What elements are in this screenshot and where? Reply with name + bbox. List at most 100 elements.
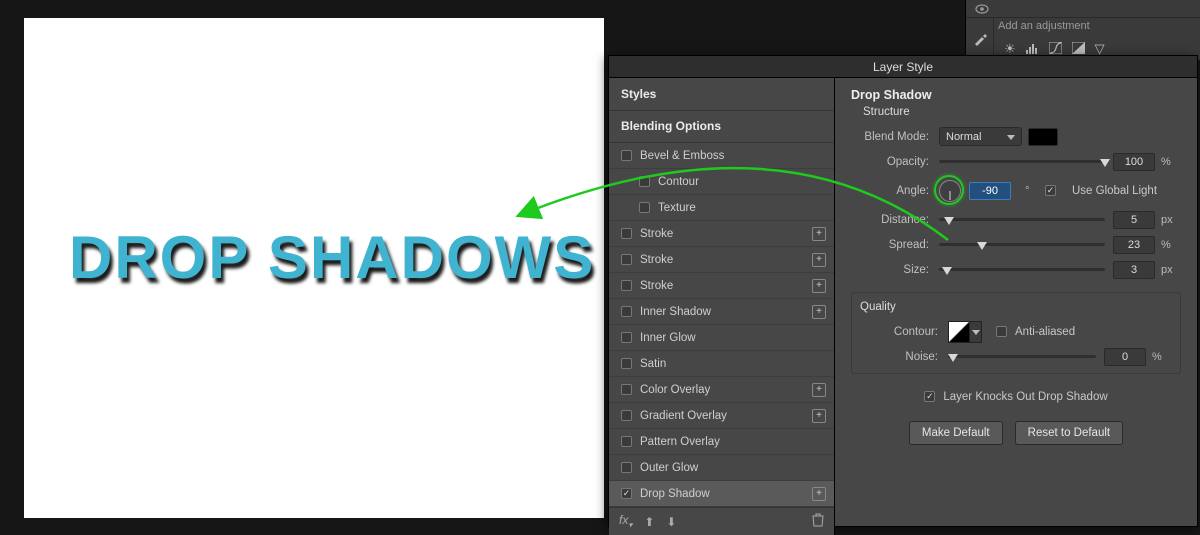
- adjustments-top-row: [966, 0, 1200, 18]
- style-stroke-1[interactable]: Stroke +: [609, 221, 834, 247]
- style-label: Stroke: [640, 228, 673, 240]
- noise-slider[interactable]: [948, 350, 1096, 364]
- add-icon[interactable]: +: [812, 253, 826, 267]
- unit: px: [1161, 214, 1181, 226]
- checkbox[interactable]: [621, 150, 632, 161]
- document-canvas[interactable]: DROP SHADOWS: [24, 18, 604, 518]
- checkbox[interactable]: [621, 332, 632, 343]
- style-label: Satin: [640, 358, 666, 370]
- add-icon[interactable]: +: [812, 227, 826, 241]
- style-label: Drop Shadow: [640, 488, 710, 500]
- opacity-label: Opacity:: [851, 156, 939, 168]
- add-icon[interactable]: +: [812, 487, 826, 501]
- add-icon[interactable]: +: [812, 409, 826, 423]
- unit: %: [1161, 239, 1181, 251]
- style-label: Color Overlay: [640, 384, 710, 396]
- checkbox[interactable]: [621, 462, 632, 473]
- unit: °: [1025, 185, 1033, 197]
- style-label: Pattern Overlay: [640, 436, 720, 448]
- style-label: Stroke: [640, 254, 673, 266]
- style-satin[interactable]: Satin: [609, 351, 834, 377]
- angle-dial[interactable]: [939, 180, 961, 202]
- style-contour[interactable]: Contour: [609, 169, 834, 195]
- make-default-button[interactable]: Make Default: [909, 421, 1003, 445]
- checkbox[interactable]: [621, 488, 632, 499]
- color-swatch[interactable]: [1028, 128, 1058, 146]
- style-label: Inner Glow: [640, 332, 696, 344]
- dialog-title: Layer Style: [609, 56, 1197, 78]
- adjustments-header: Add an adjustment: [966, 18, 1200, 38]
- reset-default-button[interactable]: Reset to Default: [1015, 421, 1123, 445]
- distance-value[interactable]: 5: [1113, 211, 1155, 229]
- blend-mode-label: Blend Mode:: [851, 131, 939, 143]
- style-texture[interactable]: Texture: [609, 195, 834, 221]
- checkbox[interactable]: [621, 358, 632, 369]
- structure-label: Structure: [863, 106, 1181, 118]
- noise-value[interactable]: 0: [1104, 348, 1146, 366]
- adjustments-panel: Add an adjustment ☀ ▽: [965, 0, 1200, 60]
- checkbox[interactable]: [621, 254, 632, 265]
- contour-dropdown[interactable]: [970, 321, 982, 343]
- move-down-icon[interactable]: ⬇: [666, 515, 676, 529]
- checkbox[interactable]: [621, 306, 632, 317]
- checkbox[interactable]: [621, 410, 632, 421]
- section-title: Drop Shadow: [851, 88, 1181, 102]
- angle-value[interactable]: -90: [969, 182, 1011, 200]
- add-icon[interactable]: +: [812, 383, 826, 397]
- trash-icon[interactable]: [812, 513, 824, 530]
- blend-mode-select[interactable]: Normal: [939, 127, 1022, 146]
- add-icon[interactable]: +: [812, 279, 826, 293]
- knockout-label: Layer Knocks Out Drop Shadow: [943, 391, 1107, 403]
- blending-options[interactable]: Blending Options: [609, 111, 834, 143]
- distance-slider[interactable]: [939, 213, 1105, 227]
- style-label: Inner Shadow: [640, 306, 711, 318]
- style-stroke-2[interactable]: Stroke +: [609, 247, 834, 273]
- knockout-checkbox[interactable]: [924, 391, 935, 402]
- style-drop-shadow[interactable]: Drop Shadow +: [609, 481, 834, 507]
- fx-footer: fx▾ ⬆ ⬇: [609, 507, 834, 535]
- style-label: Texture: [658, 202, 696, 214]
- style-outer-glow[interactable]: Outer Glow: [609, 455, 834, 481]
- style-inner-shadow[interactable]: Inner Shadow +: [609, 299, 834, 325]
- anti-aliased-checkbox[interactable]: [996, 326, 1007, 337]
- style-label: Gradient Overlay: [640, 410, 727, 422]
- style-inner-glow[interactable]: Inner Glow: [609, 325, 834, 351]
- style-gradient-overlay[interactable]: Gradient Overlay +: [609, 403, 834, 429]
- opacity-value[interactable]: 100: [1113, 153, 1155, 171]
- style-color-overlay[interactable]: Color Overlay +: [609, 377, 834, 403]
- spread-label: Spread:: [851, 239, 939, 251]
- global-light-label: Use Global Light: [1072, 185, 1157, 197]
- fx-menu[interactable]: fx▾: [619, 513, 632, 529]
- contour-label: Contour:: [860, 326, 948, 338]
- style-label: Contour: [658, 176, 699, 188]
- spread-slider[interactable]: [939, 238, 1105, 252]
- unit: %: [1161, 156, 1181, 168]
- add-icon[interactable]: +: [812, 305, 826, 319]
- unit: px: [1161, 264, 1181, 276]
- checkbox[interactable]: [639, 176, 650, 187]
- angle-label: Angle:: [851, 185, 939, 197]
- move-up-icon[interactable]: ⬆: [644, 515, 654, 529]
- style-bevel-emboss[interactable]: Bevel & Emboss: [609, 143, 834, 169]
- checkbox[interactable]: [621, 228, 632, 239]
- checkbox[interactable]: [621, 280, 632, 291]
- checkbox[interactable]: [639, 202, 650, 213]
- spread-value[interactable]: 23: [1113, 236, 1155, 254]
- chevron-down-icon: [972, 326, 980, 338]
- styles-list: Styles Blending Options Bevel & Emboss C…: [609, 78, 835, 535]
- canvas-text-layer[interactable]: DROP SHADOWS: [69, 223, 595, 292]
- style-pattern-overlay[interactable]: Pattern Overlay: [609, 429, 834, 455]
- global-light-checkbox[interactable]: [1045, 185, 1056, 196]
- styles-header[interactable]: Styles: [609, 78, 834, 111]
- size-value[interactable]: 3: [1113, 261, 1155, 279]
- style-stroke-3[interactable]: Stroke+: [609, 273, 834, 299]
- checkbox[interactable]: [621, 384, 632, 395]
- brush-icon[interactable]: [966, 18, 994, 60]
- eye-icon[interactable]: [971, 0, 993, 18]
- unit: %: [1152, 351, 1172, 363]
- checkbox[interactable]: [621, 436, 632, 447]
- contour-picker[interactable]: [948, 321, 970, 343]
- size-slider[interactable]: [939, 263, 1105, 277]
- opacity-slider[interactable]: [939, 155, 1105, 169]
- style-label: Outer Glow: [640, 462, 698, 474]
